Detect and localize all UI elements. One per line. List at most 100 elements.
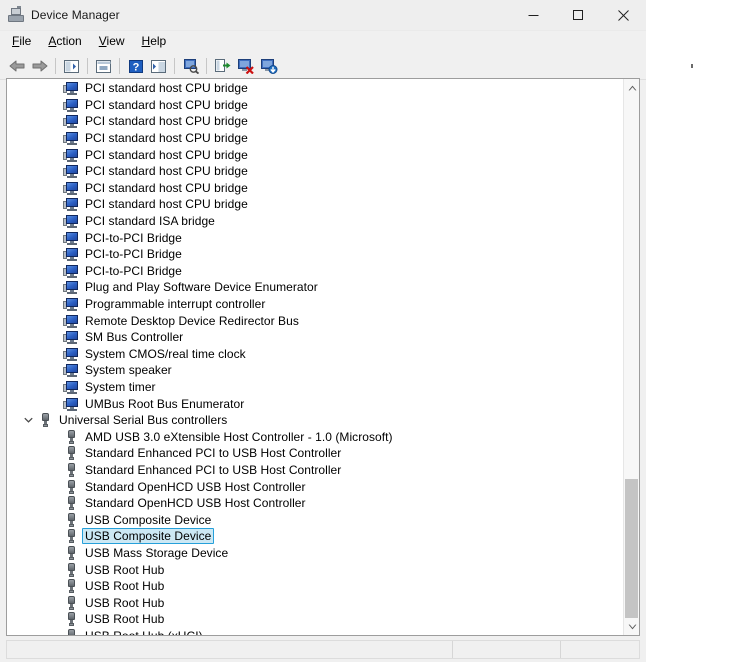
system-device-icon <box>63 246 79 262</box>
tree-row[interactable]: Standard Enhanced PCI to USB Host Contro… <box>7 462 623 479</box>
tree-row[interactable]: PCI-to-PCI Bridge <box>7 263 623 280</box>
enable-device-icon <box>260 59 277 74</box>
menu-view-accel: V <box>98 34 107 48</box>
tree-row[interactable]: USB Composite Device <box>7 528 623 545</box>
menu-action[interactable]: Action <box>40 32 90 51</box>
tree-row[interactable]: System speaker <box>7 362 623 379</box>
tree-row[interactable]: UMBus Root Bus Enumerator <box>7 395 623 412</box>
update-driver-button[interactable] <box>211 55 234 77</box>
menu-view[interactable]: View <box>91 32 134 51</box>
tree-row-content: PCI-to-PCI Bridge <box>7 230 185 246</box>
scroll-up-button[interactable] <box>624 79 639 96</box>
tree-row[interactable]: PCI standard host CPU bridge <box>7 163 623 180</box>
tree-row[interactable]: Programmable interrupt controller <box>7 296 623 313</box>
tree-row-label: Standard Enhanced PCI to USB Host Contro… <box>85 462 342 477</box>
tree-row[interactable]: PCI standard host CPU bridge <box>7 130 623 147</box>
tree-row[interactable]: PCI standard host CPU bridge <box>7 180 623 197</box>
status-panel-tertiary <box>561 641 639 658</box>
tree-row[interactable]: PCI-to-PCI Bridge <box>7 229 623 246</box>
tree-row[interactable]: Standard Enhanced PCI to USB Host Contro… <box>7 445 623 462</box>
tree-row-label: USB Root Hub <box>85 595 165 610</box>
system-device-icon <box>63 279 79 295</box>
system-device-icon <box>63 396 79 412</box>
tree-row-label: System speaker <box>85 363 172 378</box>
maximize-button[interactable] <box>556 0 601 30</box>
menu-file[interactable]: File <box>4 32 40 51</box>
tree-row[interactable]: USB Root Hub (xHCI) <box>7 628 623 635</box>
system-device-icon <box>63 97 79 113</box>
tree-row[interactable]: USB Root Hub <box>7 561 623 578</box>
tree-row-content: PCI standard host CPU bridge <box>7 97 251 113</box>
tree-row[interactable]: System timer <box>7 379 623 396</box>
tree-row-content: PCI-to-PCI Bridge <box>7 263 185 279</box>
menu-help[interactable]: Help <box>134 32 176 51</box>
tree-row[interactable]: Remote Desktop Device Redirector Bus <box>7 312 623 329</box>
system-device-icon <box>63 180 79 196</box>
tree-row-content: UMBus Root Bus Enumerator <box>7 396 247 412</box>
tree-row-content: PCI standard ISA bridge <box>7 213 218 229</box>
tree-row[interactable]: PCI-to-PCI Bridge <box>7 246 623 263</box>
tree-row[interactable]: USB Root Hub <box>7 578 623 595</box>
tree-row-content: System speaker <box>7 362 175 378</box>
tree-row[interactable]: PCI standard host CPU bridge <box>7 196 623 213</box>
back-button[interactable] <box>5 55 28 77</box>
vertical-scrollbar[interactable] <box>623 79 639 635</box>
tree-row[interactable]: Universal Serial Bus controllers <box>7 412 623 429</box>
tree-row[interactable]: System CMOS/real time clock <box>7 346 623 363</box>
action-pane-icon <box>151 59 166 73</box>
device-tree[interactable]: PCI standard host CPU bridge PCI standard… <box>7 79 623 635</box>
enable-device-button[interactable] <box>257 55 280 77</box>
tree-row-label: PCI-to-PCI Bridge <box>85 230 182 245</box>
tree-row[interactable]: USB Composite Device <box>7 511 623 528</box>
status-panel-secondary <box>453 641 561 658</box>
tree-row[interactable]: PCI standard host CPU bridge <box>7 146 623 163</box>
tree-row[interactable]: USB Root Hub <box>7 611 623 628</box>
usb-device-icon <box>63 545 79 561</box>
show-hide-console-tree-button[interactable] <box>60 55 83 77</box>
tree-row[interactable]: PCI standard host CPU bridge <box>7 97 623 114</box>
tree-row-content: Remote Desktop Device Redirector Bus <box>7 313 302 329</box>
show-hide-action-pane-button[interactable] <box>147 55 170 77</box>
usb-device-icon <box>63 512 79 528</box>
tree-row-label: PCI standard host CPU bridge <box>85 81 248 96</box>
tree-row[interactable]: Plug and Play Software Device Enumerator <box>7 279 623 296</box>
tree-row[interactable]: PCI standard ISA bridge <box>7 213 623 230</box>
chevron-down-icon[interactable] <box>22 414 34 426</box>
tree-row-content: PCI standard host CPU bridge <box>7 113 251 129</box>
tree-row-label: USB Mass Storage Device <box>85 545 229 560</box>
window-title: Device Manager <box>31 8 120 22</box>
tree-row-content: USB Mass Storage Device <box>7 545 231 561</box>
tree-row-content: Plug and Play Software Device Enumerator <box>7 279 321 295</box>
usb-device-icon <box>63 578 79 594</box>
scrollbar-thumb[interactable] <box>625 479 638 619</box>
properties-button[interactable] <box>92 55 115 77</box>
tree-row-label: PCI standard host CPU bridge <box>85 147 248 162</box>
back-arrow-icon <box>9 60 24 72</box>
properties-window-icon <box>96 59 111 73</box>
system-device-icon <box>63 296 79 312</box>
menu-bar: File Action View Help <box>0 31 646 53</box>
scan-for-hardware-changes-button[interactable] <box>179 55 202 77</box>
toolbar-separator <box>206 58 207 74</box>
minimize-button[interactable] <box>511 0 556 30</box>
tree-row-label: Plug and Play Software Device Enumerator <box>85 280 318 295</box>
tree-row-content: AMD USB 3.0 eXtensible Host Controller -… <box>7 429 396 445</box>
tree-row-label: USB Composite Device <box>82 528 215 545</box>
scroll-down-button[interactable] <box>624 618 639 635</box>
tree-row[interactable]: AMD USB 3.0 eXtensible Host Controller -… <box>7 428 623 445</box>
tree-row[interactable]: Standard OpenHCD USB Host Controller <box>7 495 623 512</box>
tree-row[interactable]: PCI standard host CPU bridge <box>7 113 623 130</box>
forward-button[interactable] <box>28 55 51 77</box>
tree-row[interactable]: PCI standard host CPU bridge <box>7 80 623 97</box>
menu-action-rest: ction <box>56 34 82 48</box>
tree-row[interactable]: USB Mass Storage Device <box>7 545 623 562</box>
tree-row-label: Standard OpenHCD USB Host Controller <box>85 479 306 494</box>
help-button[interactable]: ? <box>124 55 147 77</box>
tree-row[interactable]: SM Bus Controller <box>7 329 623 346</box>
close-button[interactable] <box>601 0 646 30</box>
tree-row[interactable]: Standard OpenHCD USB Host Controller <box>7 478 623 495</box>
update-driver-icon <box>214 59 230 72</box>
tree-row[interactable]: USB Root Hub <box>7 594 623 611</box>
system-device-icon <box>63 163 79 179</box>
uninstall-device-button[interactable] <box>234 55 257 77</box>
